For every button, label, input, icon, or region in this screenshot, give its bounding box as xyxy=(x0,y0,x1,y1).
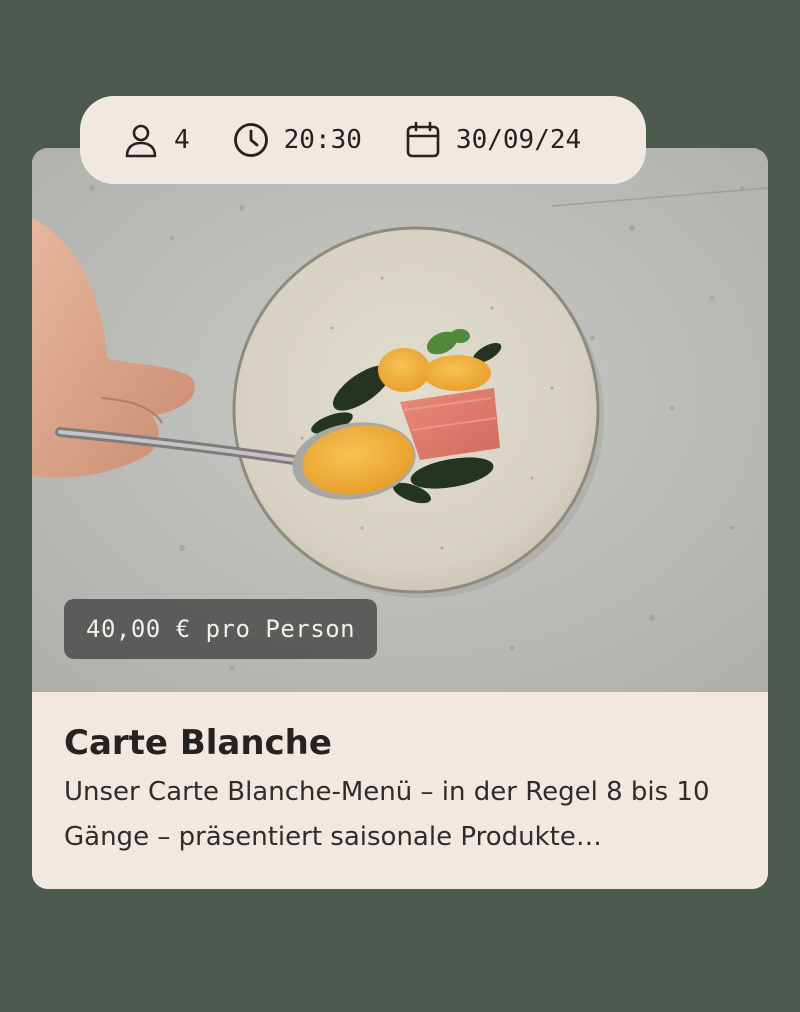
booking-summary: 4 20:30 30/09/24 xyxy=(80,96,646,184)
card-body: Carte Blanche Unser Carte Blanche-Menü –… xyxy=(32,692,768,889)
dish-photo: 40,00 € pro Person xyxy=(32,148,768,692)
calendar-icon xyxy=(404,121,442,159)
guests-count: 4 xyxy=(174,125,190,155)
person-icon xyxy=(122,121,160,159)
time-info: 20:30 xyxy=(232,121,362,159)
guests-info: 4 xyxy=(122,121,190,159)
page: 40,00 € pro Person Carte Blanche Unser C… xyxy=(0,0,800,1012)
menu-title: Carte Blanche xyxy=(64,723,332,763)
menu-description: Unser Carte Blanche-Menü – in der Regel … xyxy=(64,777,710,852)
reservation-date: 30/09/24 xyxy=(455,125,582,155)
price-badge: 40,00 € pro Person xyxy=(64,599,378,659)
reservation-time: 20:30 xyxy=(283,125,362,155)
date-info: 30/09/24 xyxy=(404,121,581,159)
clock-icon xyxy=(232,121,270,159)
menu-card[interactable]: 40,00 € pro Person Carte Blanche Unser C… xyxy=(32,148,768,889)
